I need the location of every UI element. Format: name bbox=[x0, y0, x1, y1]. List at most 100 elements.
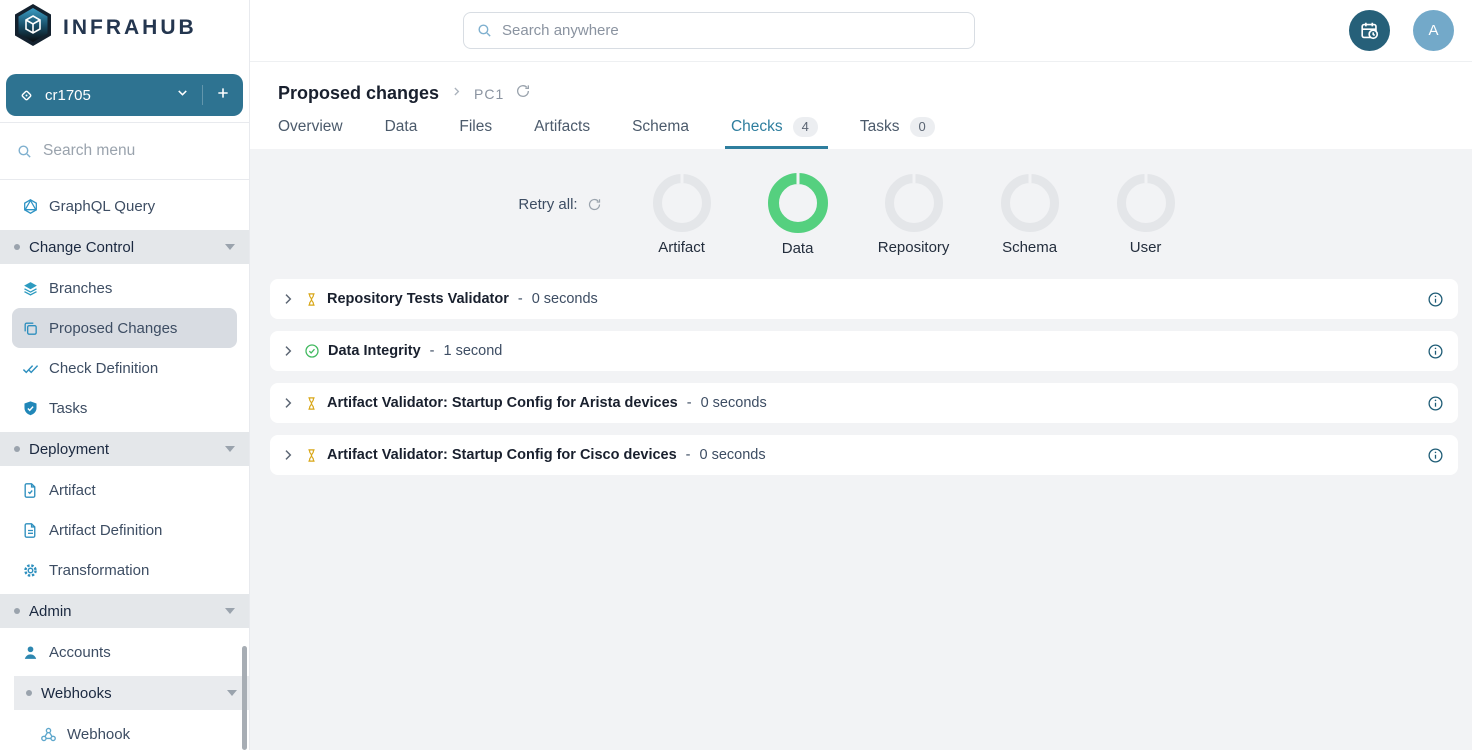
brand-logo[interactable]: INFRAHUB bbox=[0, 0, 249, 55]
retry-summary-row: Retry all: Artifact Data Repository bbox=[250, 149, 1472, 257]
branch-name: cr1705 bbox=[45, 87, 91, 104]
progress-ring-success bbox=[768, 173, 828, 233]
add-branch-button[interactable] bbox=[215, 85, 231, 106]
validator-row[interactable]: Artifact Validator: Startup Config for A… bbox=[270, 383, 1458, 423]
shield-check-icon bbox=[22, 400, 39, 417]
sidebar-item-check-definition[interactable]: Check Definition bbox=[0, 348, 249, 388]
tab-checks[interactable]: Checks 4 bbox=[731, 104, 818, 149]
tab-artifacts[interactable]: Artifacts bbox=[534, 104, 590, 149]
validator-row[interactable]: Data Integrity - 1 second bbox=[270, 331, 1458, 371]
sidebar-search[interactable] bbox=[0, 123, 249, 180]
info-icon[interactable] bbox=[1427, 447, 1444, 464]
info-icon[interactable] bbox=[1427, 395, 1444, 412]
collapse-triangle-icon[interactable] bbox=[225, 446, 235, 452]
validator-duration: 0 seconds bbox=[532, 291, 598, 307]
retry-all-button[interactable]: Retry all: bbox=[518, 196, 601, 213]
sidebar-item-branches[interactable]: Branches bbox=[0, 268, 249, 308]
expand-chevron-icon[interactable] bbox=[280, 395, 296, 411]
separator: - bbox=[430, 343, 435, 359]
info-icon[interactable] bbox=[1427, 343, 1444, 360]
bullet-icon bbox=[26, 690, 32, 696]
sidebar-item-label: Proposed Changes bbox=[49, 320, 177, 337]
check-category-schema[interactable]: Schema bbox=[972, 174, 1088, 256]
sidebar-item-accounts[interactable]: Accounts bbox=[0, 632, 249, 672]
main-area: A Proposed changes PC1 Overview Data Fil… bbox=[250, 0, 1472, 750]
user-avatar[interactable]: A bbox=[1413, 10, 1454, 51]
check-category-data[interactable]: Data bbox=[740, 173, 856, 257]
file-lines-icon bbox=[22, 522, 39, 539]
tab-data[interactable]: Data bbox=[385, 104, 418, 149]
validator-duration: 0 seconds bbox=[700, 447, 766, 463]
sidebar-section-admin[interactable]: Admin bbox=[0, 594, 249, 628]
webhook-icon bbox=[40, 726, 57, 743]
validator-title: Data Integrity bbox=[328, 343, 421, 359]
validator-row[interactable]: Artifact Validator: Startup Config for C… bbox=[270, 435, 1458, 475]
sidebar-item-webhook[interactable]: Webhook bbox=[0, 714, 249, 750]
page-title: Proposed changes bbox=[278, 83, 439, 104]
section-label: Deployment bbox=[29, 441, 109, 458]
expand-chevron-icon[interactable] bbox=[280, 343, 296, 359]
sidebar-item-label: Webhook bbox=[67, 726, 130, 743]
ring-label: Repository bbox=[878, 239, 950, 256]
ring-label: Artifact bbox=[658, 239, 705, 256]
sidebar-item-label: Branches bbox=[49, 280, 112, 297]
person-icon bbox=[22, 644, 39, 661]
expand-chevron-icon[interactable] bbox=[280, 291, 296, 307]
check-category-user[interactable]: User bbox=[1088, 174, 1204, 256]
brand-name: INFRAHUB bbox=[63, 16, 197, 40]
breadcrumb-item[interactable]: PC1 bbox=[474, 86, 504, 102]
chevron-down-icon[interactable] bbox=[175, 85, 190, 105]
tab-count-badge: 4 bbox=[793, 117, 818, 137]
sidebar-item-label: GraphQL Query bbox=[49, 198, 155, 215]
sidebar-item-proposed-changes[interactable]: Proposed Changes bbox=[12, 308, 237, 348]
collapse-triangle-icon[interactable] bbox=[225, 244, 235, 250]
bullet-icon bbox=[14, 608, 20, 614]
sidebar-section-webhooks[interactable]: Webhooks bbox=[14, 676, 249, 710]
section-label: Webhooks bbox=[41, 685, 112, 702]
info-icon[interactable] bbox=[1427, 291, 1444, 308]
hourglass-pending-icon bbox=[304, 292, 319, 307]
check-category-repository[interactable]: Repository bbox=[856, 174, 972, 256]
progress-ring bbox=[653, 174, 711, 232]
sidebar-item-tasks[interactable]: Tasks bbox=[0, 388, 249, 428]
expand-chevron-icon[interactable] bbox=[280, 447, 296, 463]
bullet-icon bbox=[14, 446, 20, 452]
sidebar-item-label: Tasks bbox=[49, 400, 87, 417]
proposed-changes-icon bbox=[22, 320, 39, 337]
sidebar-search-input[interactable] bbox=[43, 142, 213, 160]
sidebar-scrollbar[interactable] bbox=[242, 646, 247, 750]
search-icon bbox=[476, 22, 493, 39]
sidebar-item-artifact-definition[interactable]: Artifact Definition bbox=[0, 510, 249, 550]
check-category-artifact[interactable]: Artifact bbox=[624, 174, 740, 256]
sidebar-section-deployment[interactable]: Deployment bbox=[0, 432, 249, 466]
validator-row[interactable]: Repository Tests Validator - 0 seconds bbox=[270, 279, 1458, 319]
sidebar-item-label: Accounts bbox=[49, 644, 111, 661]
tab-bar: Overview Data Files Artifacts Schema Che… bbox=[250, 104, 1472, 149]
tab-label: Data bbox=[385, 118, 418, 136]
sidebar-item-transformation[interactable]: Transformation bbox=[0, 550, 249, 590]
collapse-triangle-icon[interactable] bbox=[227, 690, 237, 696]
branches-layers-icon bbox=[22, 280, 39, 297]
separator: - bbox=[687, 395, 692, 411]
tab-label: Checks bbox=[731, 118, 783, 136]
section-label: Admin bbox=[29, 603, 72, 620]
tab-overview[interactable]: Overview bbox=[278, 104, 343, 149]
sidebar-section-change-control[interactable]: Change Control bbox=[0, 230, 249, 264]
separator: - bbox=[518, 291, 523, 307]
refresh-icon[interactable] bbox=[515, 83, 531, 104]
sidebar-item-artifact[interactable]: Artifact bbox=[0, 470, 249, 510]
global-search[interactable] bbox=[463, 12, 975, 49]
collapse-triangle-icon[interactable] bbox=[225, 608, 235, 614]
hourglass-pending-icon bbox=[304, 448, 319, 463]
branch-selector[interactable]: cr1705 bbox=[6, 74, 243, 116]
global-search-input[interactable] bbox=[502, 22, 962, 39]
time-travel-button[interactable] bbox=[1349, 10, 1390, 51]
tab-tasks[interactable]: Tasks 0 bbox=[860, 104, 935, 149]
tab-schema[interactable]: Schema bbox=[632, 104, 689, 149]
app-window: INFRAHUB cr1705 bbox=[0, 0, 1472, 750]
double-check-icon bbox=[22, 360, 39, 377]
refresh-icon bbox=[587, 197, 602, 212]
tab-files[interactable]: Files bbox=[459, 104, 492, 149]
progress-ring bbox=[1001, 174, 1059, 232]
sidebar-item-graphql-query[interactable]: GraphQL Query bbox=[0, 186, 249, 226]
